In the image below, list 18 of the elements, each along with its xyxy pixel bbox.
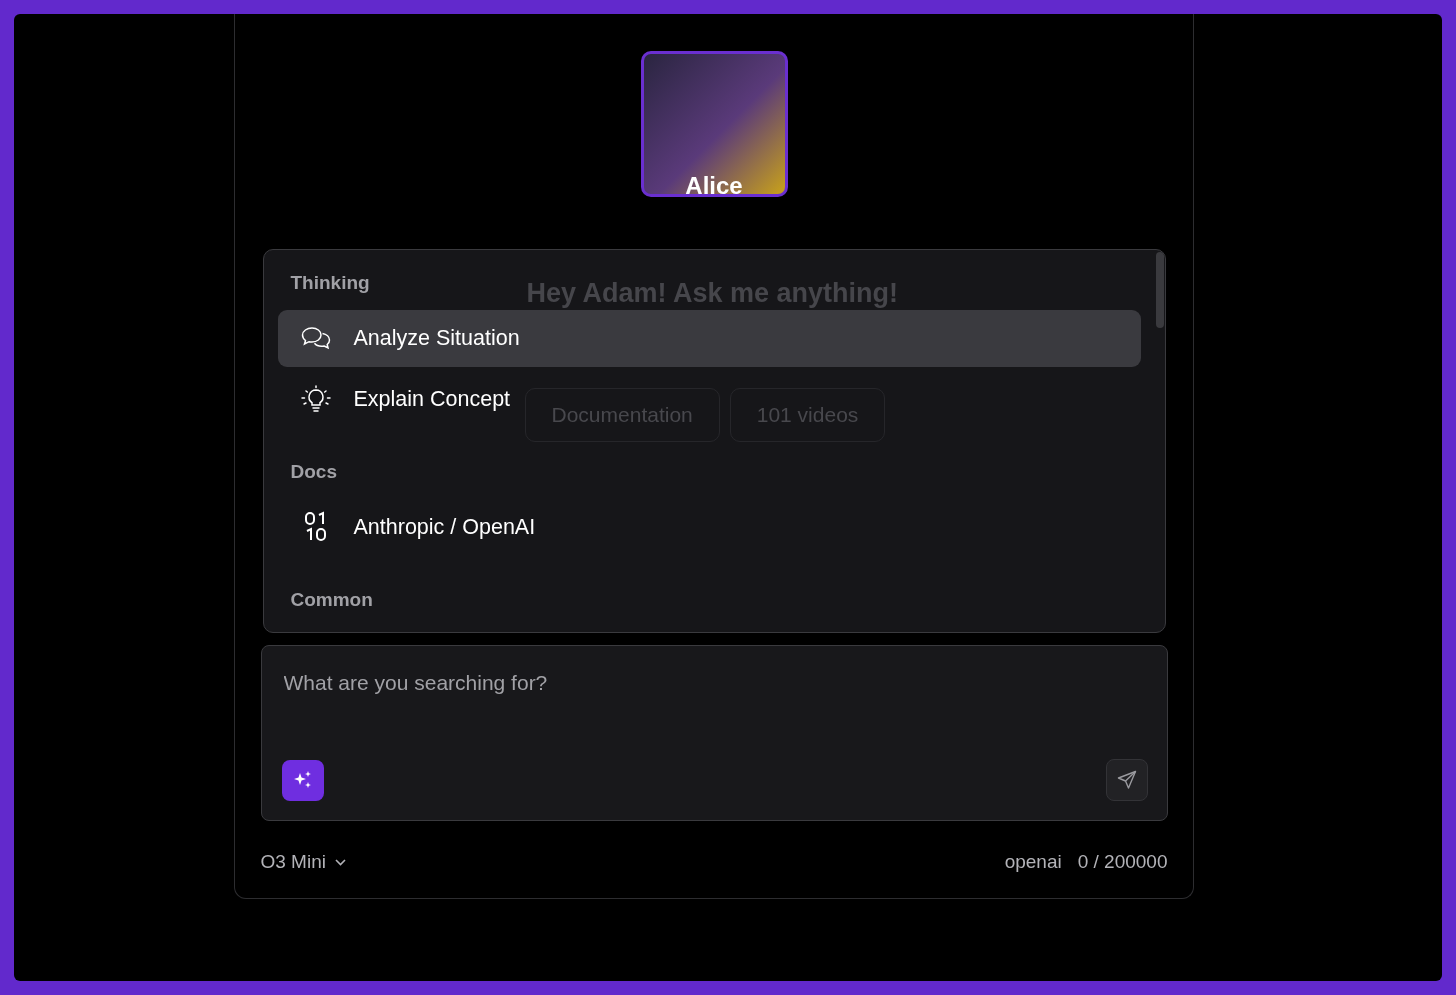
menu-item[interactable]: Explain Concept xyxy=(277,370,515,428)
lightbulb-icon xyxy=(300,385,331,414)
provider-label: openai xyxy=(1004,849,1062,874)
group-heading: Common xyxy=(289,587,374,612)
send-button[interactable] xyxy=(1105,758,1148,801)
menu-item[interactable]: Anthropic / OpenAI xyxy=(277,498,540,556)
token-count: 0 / 200000 xyxy=(1077,849,1168,874)
menu-item[interactable]: Analyze Situation xyxy=(277,309,1141,367)
assistant-name: Alice xyxy=(685,172,743,201)
model-dropdown[interactable]: O3 Mini xyxy=(260,847,346,877)
chevron-down-icon xyxy=(334,858,346,866)
binary-digits-icon xyxy=(303,511,328,544)
sparkle-button[interactable] xyxy=(281,759,324,801)
send-icon xyxy=(1116,769,1137,790)
message-input[interactable]: What are you searching for? xyxy=(281,665,1148,700)
group-heading: Thinking xyxy=(289,270,371,295)
chat-bubbles-icon xyxy=(300,326,331,351)
group-heading: Docs xyxy=(289,459,338,484)
